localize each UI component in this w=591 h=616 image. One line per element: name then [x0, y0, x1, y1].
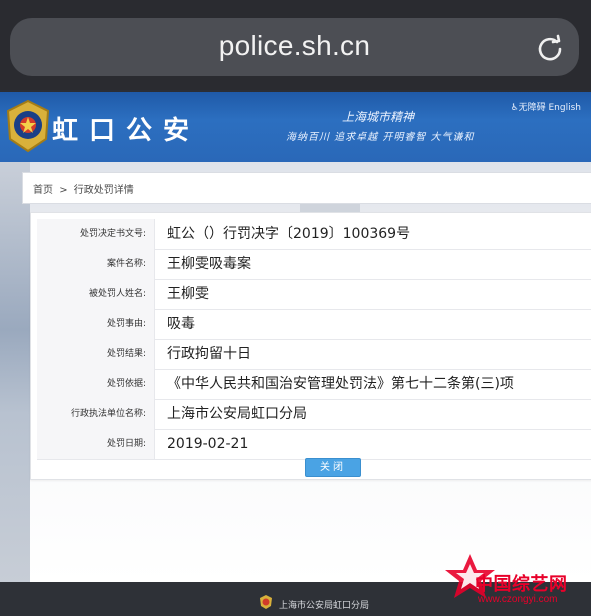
detail-label: 被处罚人姓名: [37, 279, 155, 309]
watermark-url: www.czongyi.com [478, 594, 558, 605]
detail-value: 上海市公安局虹口分局 [167, 406, 307, 422]
reload-icon[interactable] [535, 33, 565, 63]
detail-value: 吸毒 [167, 316, 195, 332]
detail-label: 处罚依据: [37, 369, 155, 399]
site-title: 虹口公安 [52, 116, 201, 146]
detail-label: 案件名称: [37, 249, 155, 279]
background-cityscape [0, 162, 30, 582]
slogan-title: 上海城市精神 [342, 110, 415, 124]
detail-label: 处罚日期: [37, 429, 155, 459]
breadcrumb-separator: > [59, 185, 68, 196]
breadcrumb-home-link[interactable]: 首页 [33, 185, 53, 196]
police-emblem-icon [260, 595, 272, 609]
detail-row-case-name: 案件名称: 王柳雯吸毒案 [37, 249, 591, 280]
detail-label: 处罚决定书文号: [37, 219, 155, 249]
close-button[interactable]: 关闭 [305, 458, 361, 477]
detail-row-result: 处罚结果: 行政拘留十日 [37, 339, 591, 370]
detail-row-legal-basis: 处罚依据: 《中华人民共和国治安管理处罚法》第七十二条第(三)项 [37, 369, 591, 400]
accessibility-link[interactable]: ♿无障碍 English [511, 100, 581, 113]
detail-row-enforcement-unit: 行政执法单位名称: 上海市公安局虹口分局 [37, 399, 591, 430]
browser-address-area: police.sh.cn [0, 0, 591, 90]
detail-value: 王柳雯吸毒案 [167, 256, 251, 272]
police-badge-icon [6, 99, 50, 153]
detail-label: 处罚事由: [37, 309, 155, 339]
footer-text: 上海市公安局虹口分局 [279, 601, 370, 611]
watermark-site-name: 中国综艺网 [475, 574, 568, 595]
address-bar[interactable]: police.sh.cn [10, 18, 579, 76]
slogan-text: 海纳百川 追求卓越 开明睿智 大气谦和 [286, 132, 475, 143]
detail-label: 处罚结果: [37, 339, 155, 369]
detail-value: 2019-02-21 [167, 436, 249, 452]
site-header: 虹口公安 上海城市精神 海纳百川 追求卓越 开明睿智 大气谦和 ♿无障碍 Eng… [0, 92, 591, 162]
breadcrumb-current: 行政处罚详情 [73, 185, 134, 196]
detail-row-reason: 处罚事由: 吸毒 [37, 309, 591, 340]
detail-value: 《中华人民共和国治安管理处罚法》第七十二条第(三)项 [167, 376, 514, 392]
detail-row-person-name: 被处罚人姓名: 王柳雯 [37, 279, 591, 310]
detail-value: 虹公（）行罚决字〔2019〕100369号 [167, 226, 411, 242]
detail-row-document-number: 处罚决定书文号: 虹公（）行罚决字〔2019〕100369号 [37, 219, 591, 250]
breadcrumb: 首页 > 行政处罚详情 [22, 172, 591, 204]
detail-value: 行政拘留十日 [167, 346, 251, 362]
detail-value: 王柳雯 [167, 286, 209, 302]
detail-label: 行政执法单位名称: [37, 399, 155, 429]
detail-row-penalty-date: 处罚日期: 2019-02-21 [37, 429, 591, 460]
penalty-details-panel: 处罚决定书文号: 虹公（）行罚决字〔2019〕100369号 案件名称: 王柳雯… [30, 212, 591, 480]
url-text[interactable]: police.sh.cn [10, 30, 579, 62]
